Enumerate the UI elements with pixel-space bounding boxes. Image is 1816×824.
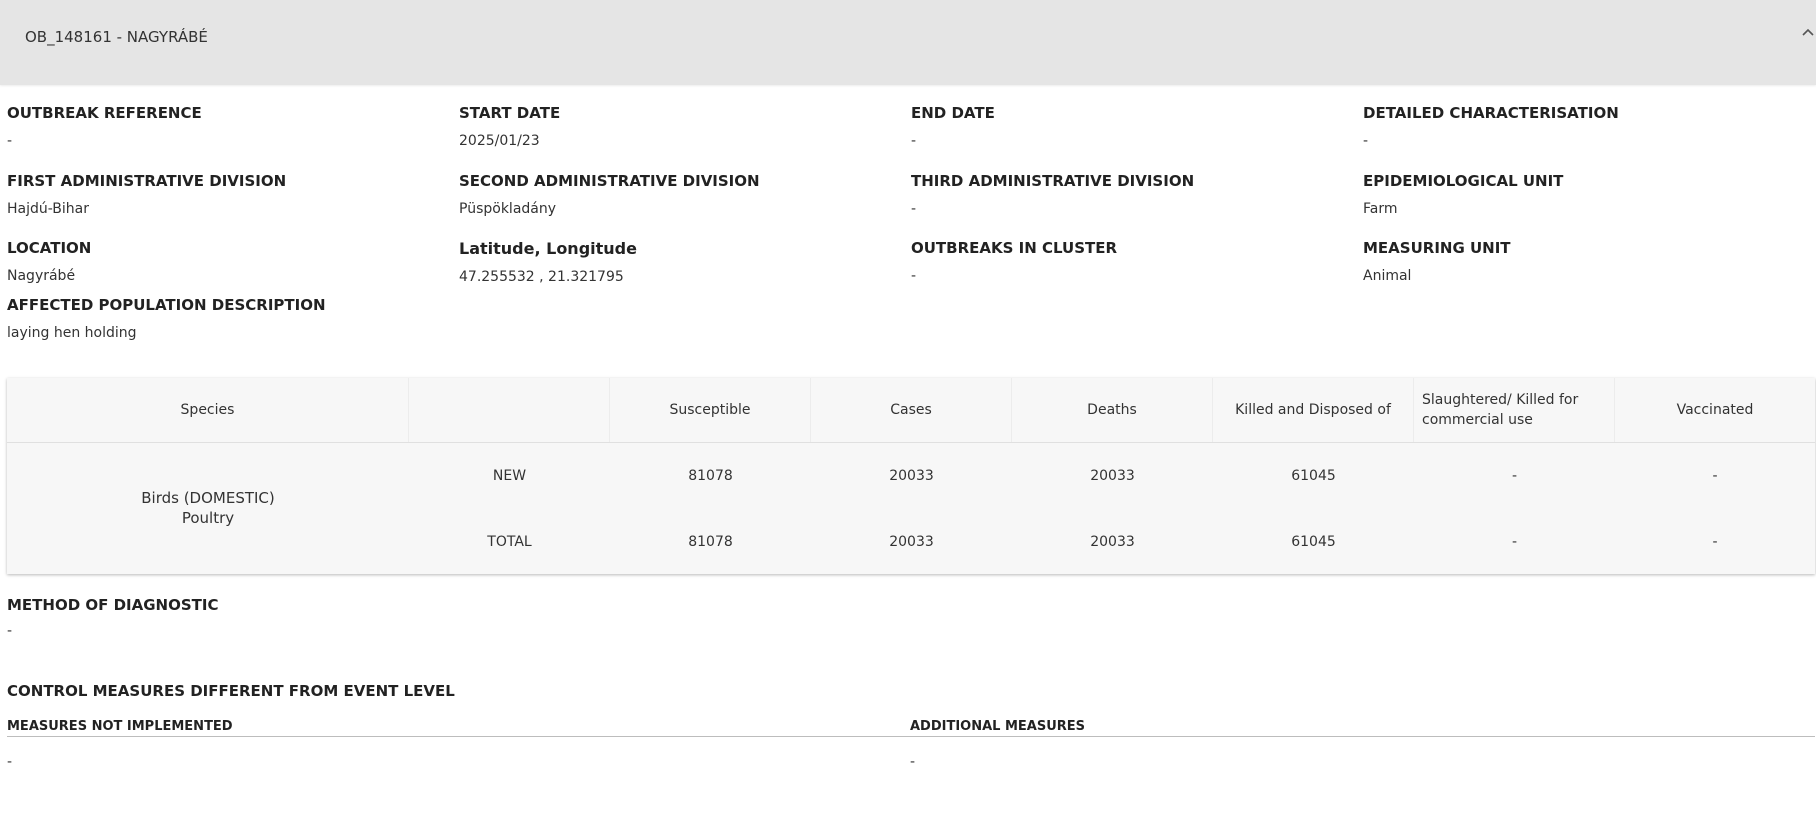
cell-deaths: 20033	[1090, 468, 1135, 484]
cell-vaccinated: -	[1712, 534, 1718, 550]
row-type: NEW	[492, 468, 527, 484]
field-label: AFFECTED POPULATION DESCRIPTION	[7, 296, 326, 314]
row-type: TOTAL	[487, 534, 532, 550]
divider	[7, 736, 1815, 737]
field-label: END DATE	[911, 104, 995, 122]
species-name: Poultry	[181, 509, 235, 527]
control-measures-title: CONTROL MEASURES DIFFERENT FROM EVENT LE…	[7, 682, 455, 700]
field-value: -	[911, 133, 917, 149]
field-value: 2025/01/23	[459, 133, 540, 149]
cell-killed: 61045	[1291, 534, 1336, 550]
species-table: Species Susceptible Cases Deaths Killed …	[7, 378, 1815, 574]
additional-measures-label: ADDITIONAL MEASURES	[910, 719, 1086, 734]
measures-not-implemented-label: MEASURES NOT IMPLEMENTED	[7, 719, 233, 734]
outbreak-reference-field: OUTBREAK REFERENCE -	[7, 104, 447, 149]
cell-cases: 20033	[889, 468, 934, 484]
field-value: -	[911, 268, 917, 284]
field-label: LOCATION	[7, 239, 92, 257]
column-header-type	[409, 378, 610, 442]
field-label: THIRD ADMINISTRATIVE DIVISION	[911, 172, 1195, 190]
diagnostic-value: -	[7, 623, 13, 639]
column-header-killed: Killed and Disposed of	[1213, 378, 1414, 442]
chevron-up-icon[interactable]	[1800, 24, 1816, 40]
cell-slaughtered: -	[1511, 468, 1518, 484]
outbreak-header[interactable]: OB_148161 - NAGYRÁBÉ	[0, 0, 1816, 85]
species-cell: Birds (DOMESTIC) Poultry	[7, 442, 409, 574]
field-value: Animal	[1363, 268, 1412, 284]
diagnostic-label: METHOD OF DIAGNOSTIC	[7, 596, 219, 614]
field-value: -	[911, 201, 917, 217]
outbreak-title: OB_148161 - NAGYRÁBÉ	[25, 28, 208, 46]
outbreaks-in-cluster-field: OUTBREAKS IN CLUSTER -	[911, 239, 1351, 284]
field-label: OUTBREAK REFERENCE	[7, 104, 202, 122]
field-label: MEASURING UNIT	[1363, 239, 1511, 257]
third-admin-division-field: THIRD ADMINISTRATIVE DIVISION -	[911, 172, 1351, 217]
end-date-field: END DATE -	[911, 104, 1351, 149]
cell-cases: 20033	[889, 534, 934, 550]
field-value: Püspökladány	[459, 201, 557, 217]
field-label: Latitude, Longitude	[459, 239, 637, 258]
column-header-cases: Cases	[811, 378, 1012, 442]
field-value: Hajdú-Bihar	[7, 201, 90, 217]
second-admin-division-field: SECOND ADMINISTRATIVE DIVISION Püspöklad…	[459, 172, 899, 217]
field-value: -	[1363, 133, 1369, 149]
field-value: laying hen holding	[7, 325, 137, 341]
cell-susceptible: 81078	[688, 534, 733, 550]
affected-population-field: AFFECTED POPULATION DESCRIPTION laying h…	[7, 296, 447, 341]
measuring-unit-field: MEASURING UNIT Animal	[1363, 239, 1803, 284]
start-date-field: START DATE 2025/01/23	[459, 104, 899, 149]
cell-slaughtered: -	[1511, 534, 1518, 550]
field-value: Nagyrábé	[7, 268, 76, 284]
lat-long-field: Latitude, Longitude 47.255532 , 21.32179…	[459, 239, 899, 285]
field-value: -	[7, 133, 13, 149]
field-label: DETAILED CHARACTERISATION	[1363, 104, 1619, 122]
additional-measures-value: -	[910, 754, 916, 770]
field-label: EPIDEMIOLOGICAL UNIT	[1363, 172, 1564, 190]
first-admin-division-field: FIRST ADMINISTRATIVE DIVISION Hajdú-Biha…	[7, 172, 447, 217]
cell-deaths: 20033	[1090, 534, 1135, 550]
epidemiological-unit-field: EPIDEMIOLOGICAL UNIT Farm	[1363, 172, 1803, 217]
species-group: Birds (DOMESTIC)	[141, 489, 275, 507]
location-field: LOCATION Nagyrábé	[7, 239, 447, 284]
cell-killed: 61045	[1291, 468, 1336, 484]
measures-not-implemented-value: -	[7, 754, 13, 770]
table-header-row: Species Susceptible Cases Deaths Killed …	[7, 378, 1815, 443]
cell-vaccinated: -	[1712, 468, 1718, 484]
field-label: START DATE	[459, 104, 561, 122]
field-label: SECOND ADMINISTRATIVE DIVISION	[459, 172, 760, 190]
column-header-vaccinated: Vaccinated	[1676, 402, 1754, 418]
field-value: Farm	[1363, 201, 1398, 217]
column-header-deaths: Deaths	[1012, 378, 1213, 442]
field-value: 47.255532 , 21.321795	[459, 269, 624, 285]
column-header-susceptible: Susceptible	[610, 378, 811, 442]
cell-susceptible: 81078	[688, 468, 733, 484]
column-header-slaughtered: Slaughtered/ Killed for commercial use	[1414, 378, 1615, 442]
field-label: OUTBREAKS IN CLUSTER	[911, 239, 1118, 257]
column-header-species: Species	[7, 378, 409, 442]
detailed-characterisation-field: DETAILED CHARACTERISATION -	[1363, 104, 1803, 149]
field-label: FIRST ADMINISTRATIVE DIVISION	[7, 172, 287, 190]
